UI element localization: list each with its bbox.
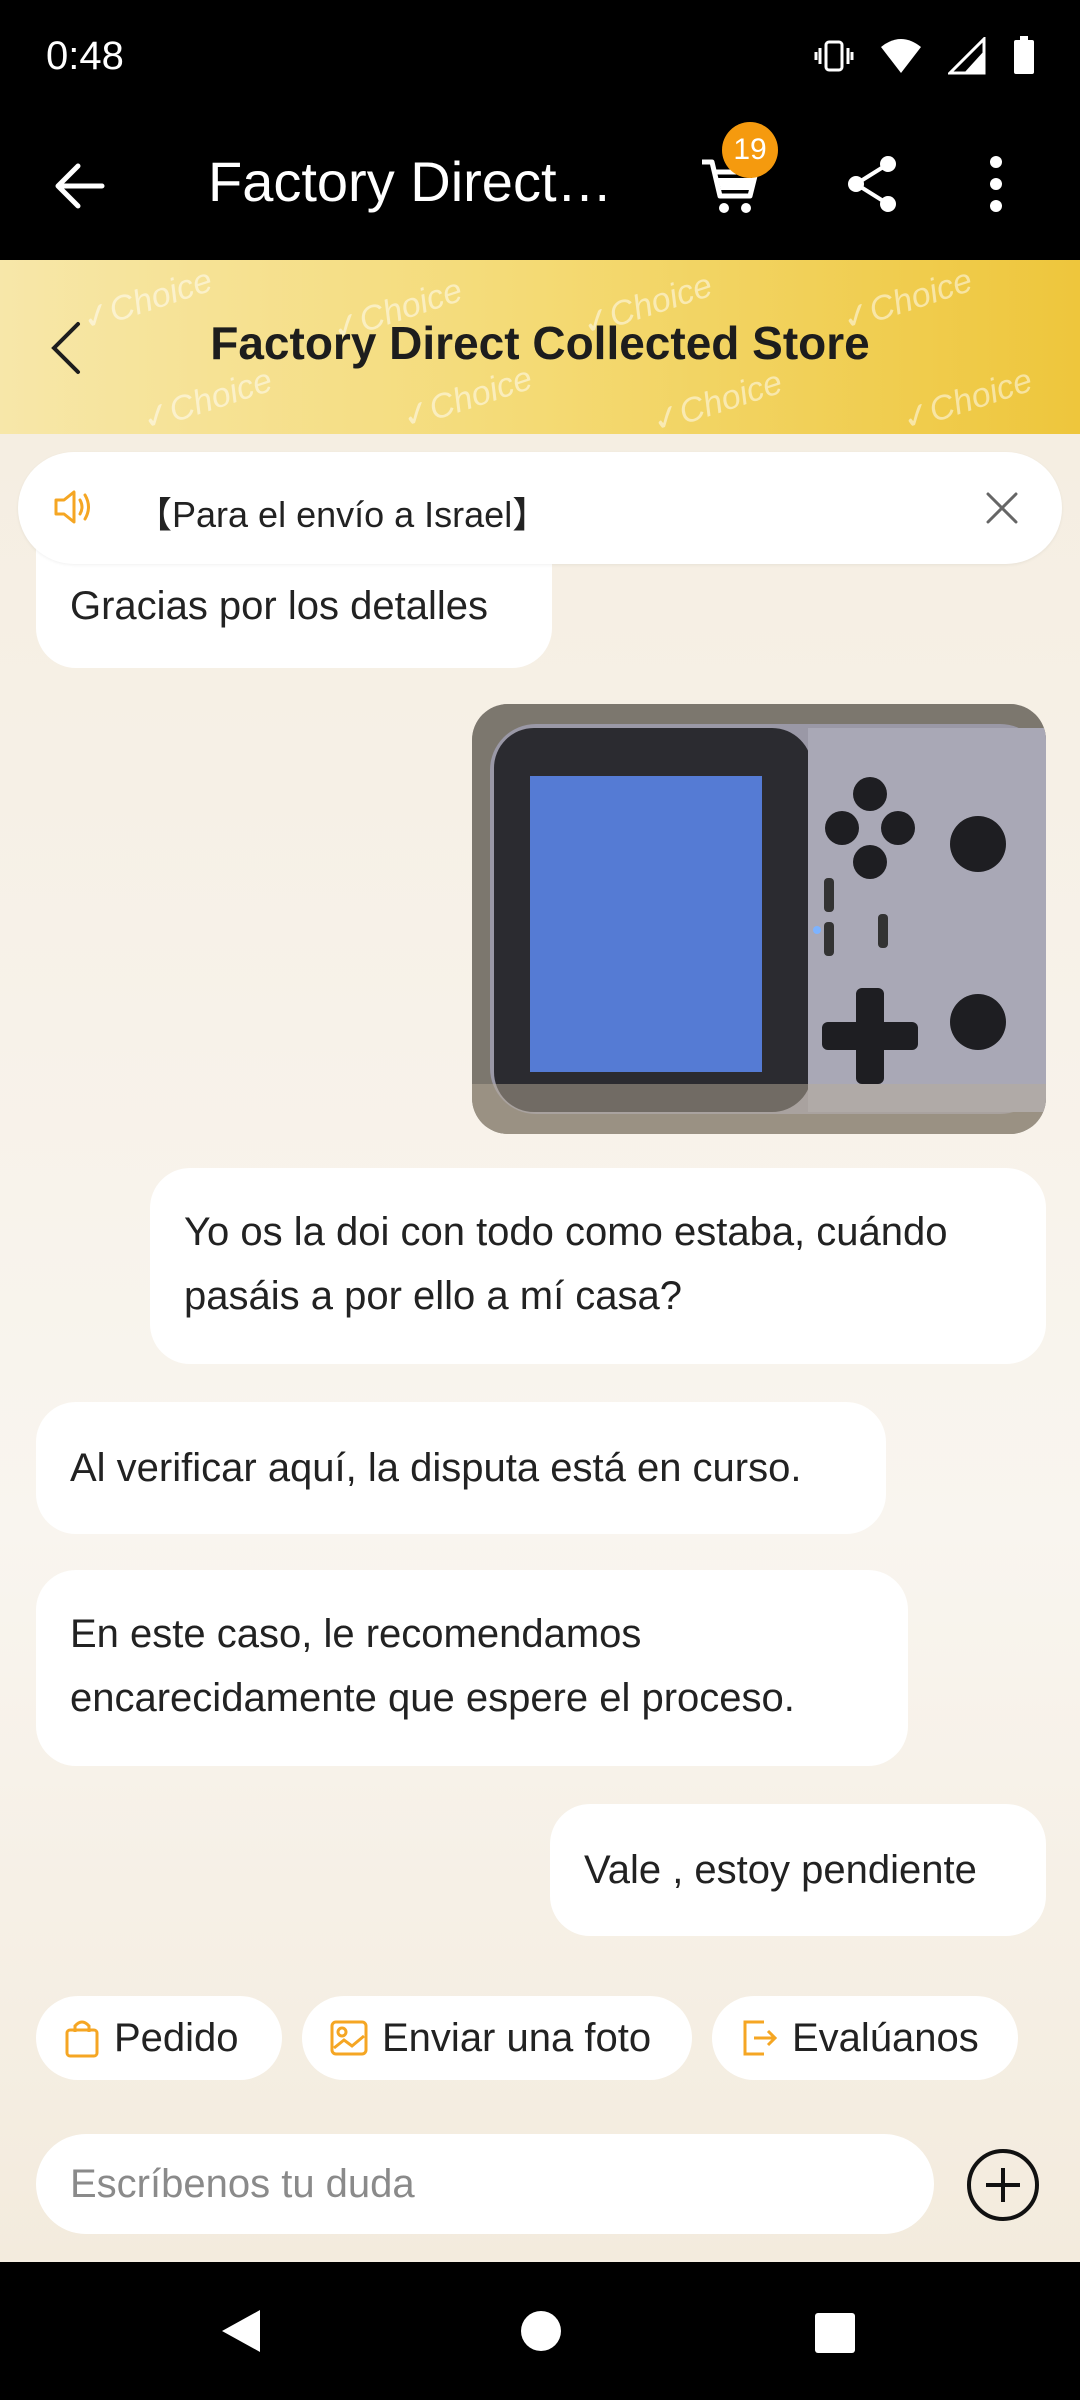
more-options-icon[interactable] (988, 154, 1004, 214)
cart-count-badge: 19 (722, 122, 778, 178)
signal-icon (948, 37, 986, 75)
message-image[interactable] (472, 704, 1046, 1134)
app-bar: Factory Direct… 19 (0, 118, 1080, 260)
quick-action-label: Pedido (114, 2015, 239, 2060)
message-text: En este caso, le recomendamos encarecida… (70, 1612, 795, 1720)
quick-action-label: Evalúanos (792, 2015, 979, 2060)
store-header: ✓Choice ✓Choice ✓Choice ✓Choice ✓Choice … (0, 260, 1080, 434)
bag-icon (65, 2020, 99, 2058)
close-icon[interactable] (982, 488, 1022, 528)
message-input[interactable]: Escríbenos tu duda (36, 2134, 934, 2234)
watermark: ✓Choice (647, 363, 787, 434)
chat-area[interactable]: Gracias por los detalles 【Para el envío … (0, 434, 1080, 2260)
watermark: ✓Choice (897, 361, 1037, 434)
app-title: Factory Direct… (208, 150, 613, 213)
system-navigation-bar (0, 2262, 1080, 2400)
quick-action-send-photo[interactable]: Enviar una foto (302, 1996, 692, 2080)
message-right: Vale , estoy pendiente (550, 1804, 1046, 1936)
vibrate-icon (814, 40, 854, 72)
handheld-console-photo (472, 704, 1046, 1134)
message-text: Al verificar aquí, la disputa está en cu… (70, 1446, 802, 1490)
store-name: Factory Direct Collected Store (210, 317, 870, 369)
wifi-icon (881, 39, 921, 73)
battery-icon (1014, 36, 1034, 74)
nav-recents-icon[interactable] (814, 2312, 856, 2354)
message-left: En este caso, le recomendamos encarecida… (36, 1570, 908, 1766)
message-left: Al verificar aquí, la disputa está en cu… (36, 1402, 886, 1534)
notice-banner[interactable]: 【Para el envío a Israel】 (18, 452, 1062, 564)
share-icon[interactable] (844, 154, 900, 214)
status-icons (814, 36, 1036, 76)
status-time: 0:48 (46, 34, 124, 78)
nav-back-icon[interactable] (220, 2308, 262, 2354)
notice-text: 【Para el envío a Israel】 (136, 494, 549, 535)
status-bar: 0:48 (0, 0, 1080, 118)
back-arrow-icon[interactable] (52, 158, 108, 214)
quick-action-order[interactable]: Pedido (36, 1996, 282, 2080)
message-right: Yo os la doi con todo como estaba, cuánd… (150, 1168, 1046, 1364)
message-input-placeholder: Escríbenos tu duda (70, 2162, 415, 2206)
image-icon (330, 2020, 368, 2056)
nav-home-icon[interactable] (520, 2310, 562, 2352)
add-plus-icon[interactable] (966, 2148, 1040, 2222)
watermark: ✓Choice (137, 361, 277, 434)
message-text: Gracias por los detalles (70, 584, 488, 628)
speaker-icon (54, 490, 90, 524)
quick-action-label: Enviar una foto (382, 2015, 652, 2060)
rate-icon (743, 2020, 778, 2056)
quick-action-rate[interactable]: Evalúanos (712, 1996, 1018, 2080)
message-text: Yo os la doi con todo como estaba, cuánd… (184, 1210, 948, 1318)
message-text: Vale , estoy pendiente (584, 1848, 977, 1892)
